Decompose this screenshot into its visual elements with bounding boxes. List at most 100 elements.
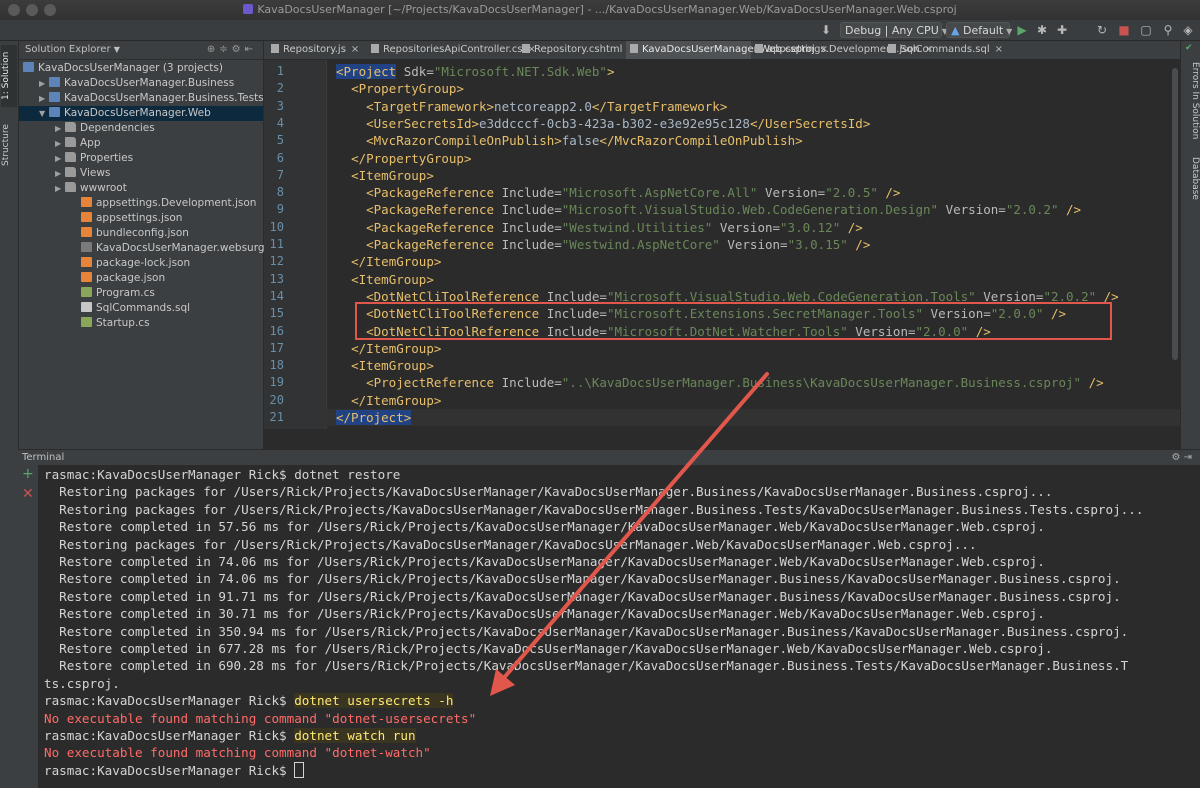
xml-attr-name: Version=	[757, 185, 826, 201]
terminal-text: Restore completed in 74.06 ms for /Users…	[44, 554, 1045, 569]
chevron-down-icon: ▼	[1006, 27, 1013, 36]
run-target-select[interactable]: ▲ Default ▼	[946, 22, 1013, 38]
solution-explorer-title[interactable]: Solution Explorer	[25, 44, 111, 55]
tree-item[interactable]: bundleconfig.json	[19, 226, 263, 241]
hide-panel-icon[interactable]: ⇤	[245, 44, 257, 55]
solution-tool-tab[interactable]: 1: Solution	[1, 45, 17, 107]
code-line[interactable]: <UserSecretsId>e3ddcccf-0cb3-423a-b302-e…	[336, 115, 870, 132]
code-line[interactable]: </ItemGroup>	[336, 340, 441, 357]
line-number: 18	[269, 358, 284, 373]
code-line[interactable]: <PackageReference Include="Microsoft.Asp…	[336, 184, 900, 201]
code-line[interactable]: <ItemGroup>	[336, 167, 434, 184]
editor-vertical-scrollbar[interactable]	[1168, 60, 1180, 429]
close-session-icon[interactable]: ✕	[22, 487, 34, 501]
debug-icon[interactable]: ✱	[1034, 22, 1050, 38]
line-number: 2	[276, 81, 284, 96]
vcs-icon[interactable]: ◈	[1180, 22, 1196, 38]
line-number: 16	[269, 323, 284, 338]
code-line[interactable]: <ItemGroup>	[336, 357, 434, 374]
xml-attr-name: Include=	[494, 202, 562, 218]
tree-item[interactable]: Startup.cs	[19, 316, 263, 331]
close-tab-icon[interactable]: ×	[995, 44, 1003, 55]
editor-tab[interactable]: appsettings.Development.json ×	[751, 41, 933, 59]
code-line[interactable]: </PropertyGroup>	[336, 150, 471, 167]
editor-horizontal-scrollbar[interactable]	[264, 429, 1180, 449]
code-line[interactable]: <ProjectReference Include="..\KavaDocsUs…	[336, 374, 1104, 391]
code-line[interactable]: <TargetFramework>netcoreapp2.0</TargetFr…	[336, 98, 727, 115]
scroll-thumb[interactable]	[1172, 68, 1178, 360]
code-line[interactable]: </ItemGroup>	[336, 253, 441, 270]
editor-tab[interactable]: Repository.js ×	[267, 41, 367, 59]
tree-item-label: Dependencies	[80, 122, 155, 134]
tree-item[interactable]: Program.cs	[19, 286, 263, 301]
code-line[interactable]: </Project>	[326, 409, 1180, 426]
terminal-line: No executable found matching command "do…	[44, 710, 476, 727]
editor-tab[interactable]: Repository.cshtml×	[518, 41, 636, 59]
collapsed-arrow-icon[interactable]: ▶	[39, 91, 49, 106]
editor-tab[interactable]: RepositoriesApiController.cs ×	[367, 41, 536, 59]
terminal-title: Terminal	[22, 452, 65, 463]
attach-icon[interactable]: ✚	[1054, 22, 1070, 38]
tree-item[interactable]: ▼KavaDocsUserManager (3 projects)	[19, 61, 263, 76]
gear-icon[interactable]: ⚙	[232, 44, 245, 55]
tree-item[interactable]: ▶ KavaDocsUserManager.Business	[19, 76, 263, 91]
configuration-select[interactable]: Debug | Any CPU ▼	[840, 22, 948, 38]
tree-item[interactable]: ▶ KavaDocsUserManager.Business.Tests	[19, 91, 264, 106]
code-line[interactable]: <PropertyGroup>	[336, 80, 464, 97]
collapsed-arrow-icon[interactable]: ▶	[55, 121, 65, 136]
screenshot-icon[interactable]: ▢	[1138, 22, 1154, 38]
code-line[interactable]: <PackageReference Include="Microsoft.Vis…	[336, 201, 1081, 218]
gear-icon[interactable]: ⚙	[1171, 452, 1180, 463]
locate-icon[interactable]: ⊕	[207, 44, 219, 55]
build-icon[interactable]: ⬇	[818, 22, 834, 38]
inspection-ok-icon[interactable]: ✔	[1185, 44, 1194, 53]
terminal-cursor[interactable]	[294, 761, 305, 778]
structure-tool-tab[interactable]: Structure	[1, 119, 17, 171]
new-session-icon[interactable]: +	[22, 467, 34, 481]
hide-panel-icon[interactable]: ⇥	[1184, 452, 1192, 463]
code-line[interactable]: <Project Sdk="Microsoft.NET.Sdk.Web">	[336, 63, 614, 80]
editor-tab[interactable]: KavaDocsUserManager.Web.csproj ×	[626, 41, 828, 59]
tree-item[interactable]: appsettings.Development.json	[19, 196, 263, 211]
collapse-all-icon[interactable]: ≑	[219, 44, 231, 55]
tree-item[interactable]: ▼ KavaDocsUserManager.Web	[19, 106, 263, 121]
tree-item[interactable]: ▶ Dependencies	[19, 121, 263, 136]
tree-item[interactable]: KavaDocsUserManager.websurge	[19, 241, 271, 256]
code-line[interactable]: </ItemGroup>	[336, 392, 441, 409]
tree-item[interactable]: SqlCommands.sql	[19, 301, 263, 316]
collapsed-arrow-icon[interactable]: ▶	[55, 136, 65, 151]
code-line[interactable]: <MvcRazorCompileOnPublish>false</MvcRazo…	[336, 132, 803, 149]
editor-tab-label: RepositoriesApiController.cs	[383, 44, 523, 55]
collapsed-arrow-icon[interactable]: ▶	[39, 76, 49, 91]
editor-tab[interactable]: SqlCommands.sql ×	[884, 41, 1003, 59]
close-tab-icon[interactable]: ×	[351, 44, 359, 55]
tree-item[interactable]: ▶ App	[19, 136, 263, 151]
xml-attr-name: Version=	[712, 219, 781, 235]
chevron-down-icon[interactable]: ▼	[114, 45, 120, 54]
search-icon[interactable]: ⚲	[1160, 22, 1176, 38]
errors-tool-tab[interactable]: Errors In Solution	[1184, 59, 1200, 143]
terminal-output[interactable]: rasmac:KavaDocsUserManager Rick$ dotnet …	[38, 465, 1200, 788]
code-line[interactable]: <ItemGroup>	[336, 271, 434, 288]
tree-item[interactable]: package-lock.json	[19, 256, 263, 271]
code-line[interactable]: <PackageReference Include="Westwind.AspN…	[336, 236, 870, 253]
code-editor[interactable]: 1 2 3 4 5 6 7 8 9 10 11 12 13 14 15 16 17 18 19 20 21 <Proje…	[264, 60, 1180, 429]
collapsed-arrow-icon[interactable]: ▶	[55, 166, 65, 181]
tree-item[interactable]: package.json	[19, 271, 263, 286]
run-icon[interactable]: ▶	[1014, 22, 1030, 38]
database-tool-tab[interactable]: Database	[1184, 153, 1200, 203]
expanded-arrow-icon[interactable]: ▼	[39, 106, 49, 121]
tree-item[interactable]: ▶ Properties	[19, 151, 263, 166]
code-line[interactable]: <PackageReference Include="Westwind.Util…	[336, 219, 863, 236]
collapsed-arrow-icon[interactable]: ▶	[55, 181, 65, 196]
tree-item[interactable]: appsettings.json	[19, 211, 263, 226]
refresh-icon[interactable]: ↻	[1094, 22, 1110, 38]
tree-item[interactable]: ▶ wwwroot	[19, 181, 263, 196]
tree-item[interactable]: ▶ Views	[19, 166, 263, 181]
terminal-text: rasmac:KavaDocsUserManager Rick$	[44, 728, 295, 743]
stop-icon[interactable]: ■	[1116, 22, 1132, 38]
tree-item-label: KavaDocsUserManager (3 projects)	[38, 62, 223, 74]
collapsed-arrow-icon[interactable]: ▶	[55, 151, 65, 166]
